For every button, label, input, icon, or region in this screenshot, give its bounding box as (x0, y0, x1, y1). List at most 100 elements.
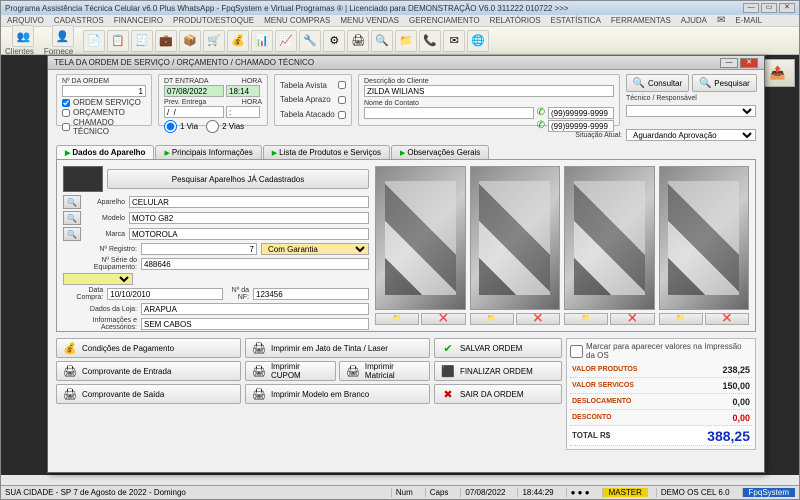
chk-aprazo[interactable]: Tabela Aprazo (280, 95, 346, 104)
menu-item[interactable]: ESTATÍSTICA (551, 16, 601, 25)
photo-delete-button[interactable]: ❌ (421, 313, 465, 325)
client-desc-input[interactable] (364, 85, 614, 97)
order-number-input[interactable] (62, 85, 146, 97)
phone1-input[interactable] (548, 107, 614, 119)
print-matricial-button[interactable]: 🖨Imprimir Matricial (339, 361, 430, 381)
chk-avista[interactable]: Tabela Avista (280, 81, 346, 90)
entry-date-input[interactable] (164, 85, 224, 97)
photo-delete-button[interactable]: ❌ (705, 313, 749, 325)
consultar-button[interactable]: 🔍Consultar (626, 74, 689, 92)
chk-ordem-servico[interactable]: ORDEM SERVIÇO (62, 98, 146, 107)
menu-item[interactable]: MENU VENDAS (340, 16, 399, 25)
serie-input[interactable] (141, 258, 369, 270)
photo-open-button[interactable]: 📁 (659, 313, 703, 325)
tool-button[interactable]: ✉ (443, 30, 465, 52)
tab-observacoes[interactable]: ▶Observações Gerais (391, 145, 489, 159)
tool-button[interactable]: 📊 (251, 30, 273, 52)
pesquisar-button[interactable]: 🔍Pesquisar (692, 74, 757, 92)
condicoes-button[interactable]: 💰Condições de Pagamento (56, 338, 241, 358)
modal-minimize-icon[interactable]: — (720, 58, 738, 68)
menu-item[interactable]: E-MAIL (735, 16, 762, 25)
registro-input[interactable] (141, 243, 257, 255)
photo-delete-button[interactable]: ❌ (516, 313, 560, 325)
photo-delete-button[interactable]: ❌ (610, 313, 654, 325)
situation-select[interactable]: Aguardando Aprovação (626, 129, 756, 141)
menu-item[interactable]: AJUDA (681, 16, 707, 25)
modelo-input[interactable] (129, 212, 369, 224)
yellow-select[interactable] (63, 273, 133, 285)
chk-mostrar-valores[interactable]: Marcar para aparecer valores na Impressã… (570, 342, 752, 360)
prev-time-input[interactable] (226, 106, 260, 118)
tool-button[interactable]: 📈 (275, 30, 297, 52)
menu-item[interactable]: CADASTROS (54, 16, 104, 25)
tab-principais-info[interactable]: ▶Principais Informações (155, 145, 261, 159)
entry-time-input[interactable] (226, 85, 260, 97)
info-input[interactable] (141, 318, 369, 330)
tool-button[interactable]: 📦 (179, 30, 201, 52)
tool-button[interactable]: 🧾 (131, 30, 153, 52)
print-jato-button[interactable]: 🖨Imprimir em Jato de Tinta / Laser (245, 338, 430, 358)
tool-button[interactable]: 🔧 (299, 30, 321, 52)
phone2-input[interactable] (548, 120, 614, 132)
nf-input[interactable] (253, 288, 369, 300)
close-icon[interactable]: ✕ (779, 3, 795, 13)
sair-button[interactable]: ✖SAIR DA ORDEM (434, 384, 562, 404)
tab-dados-aparelho[interactable]: ▶Dados do Aparelho (56, 145, 154, 159)
modelo-lookup[interactable]: 🔍 (63, 211, 81, 225)
app-title: Programa Assistência Técnica Celular v6.… (5, 4, 569, 13)
modal-close-icon[interactable]: ✕ (740, 58, 758, 68)
photo-open-button[interactable]: 📁 (564, 313, 608, 325)
minimize-icon[interactable]: — (743, 3, 759, 13)
menu-item[interactable]: FINANCEIRO (114, 16, 163, 25)
tool-button[interactable]: 🛒 (203, 30, 225, 52)
tecnico-select[interactable] (626, 105, 756, 117)
radio-1via[interactable]: 1 Via (164, 120, 198, 133)
print-branco-button[interactable]: 🖨Imprimir Modelo em Branco (245, 384, 430, 404)
tool-button[interactable]: 📋 (107, 30, 129, 52)
whatsapp-icon[interactable]: ✆ (537, 120, 545, 132)
chk-atacado[interactable]: Tabela Atacado (280, 110, 346, 119)
tool-button[interactable]: ⚙ (323, 30, 345, 52)
marca-lookup[interactable]: 🔍 (63, 227, 81, 241)
photo-open-button[interactable]: 📁 (375, 313, 419, 325)
loja-input[interactable] (141, 303, 369, 315)
aparelho-lookup[interactable]: 🔍 (63, 195, 81, 209)
radio-2vias[interactable]: 2 Vias (206, 120, 244, 133)
salvar-button[interactable]: ✔SALVAR ORDEM (434, 338, 562, 358)
finalizar-button[interactable]: ⬛FINALIZAR ORDEM (434, 361, 562, 381)
tool-button[interactable]: 💰 (227, 30, 249, 52)
maximize-icon[interactable]: ▭ (761, 3, 777, 13)
photo-open-button[interactable]: 📁 (470, 313, 514, 325)
compra-input[interactable] (107, 288, 223, 300)
menu-item[interactable]: FERRAMENTAS (611, 16, 671, 25)
aparelho-input[interactable] (129, 196, 369, 208)
menu-item[interactable]: GERENCIAMENTO (409, 16, 480, 25)
comprov-saida-button[interactable]: 🖨Comprovante de Saída (56, 384, 241, 404)
tool-button[interactable]: 💼 (155, 30, 177, 52)
menu-item[interactable]: ARQUIVO (7, 16, 44, 25)
comprov-entrada-button[interactable]: 🖨Comprovante de Entrada (56, 361, 241, 381)
search-devices-button[interactable]: Pesquisar Aparelhos JÁ Cadastrados (107, 169, 369, 189)
menu-item[interactable]: RELATÓRIOS (490, 16, 541, 25)
tool-button[interactable]: 🌐 (467, 30, 489, 52)
tool-button[interactable]: 📁 (395, 30, 417, 52)
marca-input[interactable] (129, 228, 369, 240)
print-cupom-button[interactable]: 🖨Imprimir CUPOM (245, 361, 336, 381)
fornecedores-button[interactable]: 👤 (52, 25, 74, 47)
tool-button[interactable]: 🔍 (371, 30, 393, 52)
contact-input[interactable] (364, 107, 534, 119)
tool-button[interactable]: 📞 (419, 30, 441, 52)
prev-date-input[interactable] (164, 106, 224, 118)
chk-chamado[interactable]: CHAMADO TÉCNICO (62, 118, 146, 136)
exit-icon[interactable]: 📤 (761, 59, 795, 87)
menu-item[interactable]: PRODUTO/ESTOQUE (173, 16, 254, 25)
clientes-button[interactable]: 👥 (12, 25, 34, 47)
tool-button[interactable]: 📄 (83, 30, 105, 52)
tool-button[interactable]: 🖨 (347, 30, 369, 52)
garantia-select[interactable]: Com Garantia (261, 243, 369, 255)
tab-produtos-servicos[interactable]: ▶Lista de Produtos e Serviços (263, 145, 390, 159)
menu-item[interactable]: MENU COMPRAS (264, 16, 330, 25)
chk-orcamento[interactable]: ORÇAMENTO (62, 108, 146, 117)
status-master: MASTER (602, 488, 648, 497)
whatsapp-icon[interactable]: ✆ (537, 107, 545, 119)
